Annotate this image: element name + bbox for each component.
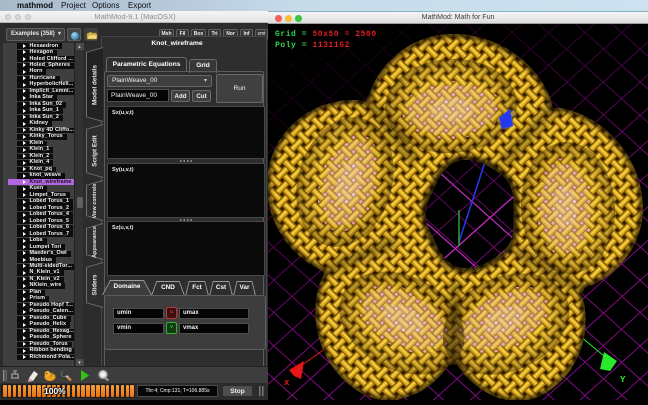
svg-text:Grid = 50x50 = 2500: Grid = 50x50 = 2500 — [275, 30, 377, 39]
svg-text:Poly = 1131162: Poly = 1131162 — [275, 41, 350, 50]
svg-text:2: 2 — [512, 111, 516, 118]
svg-text:x: x — [284, 378, 290, 388]
svg-text:Y: Y — [620, 375, 626, 385]
